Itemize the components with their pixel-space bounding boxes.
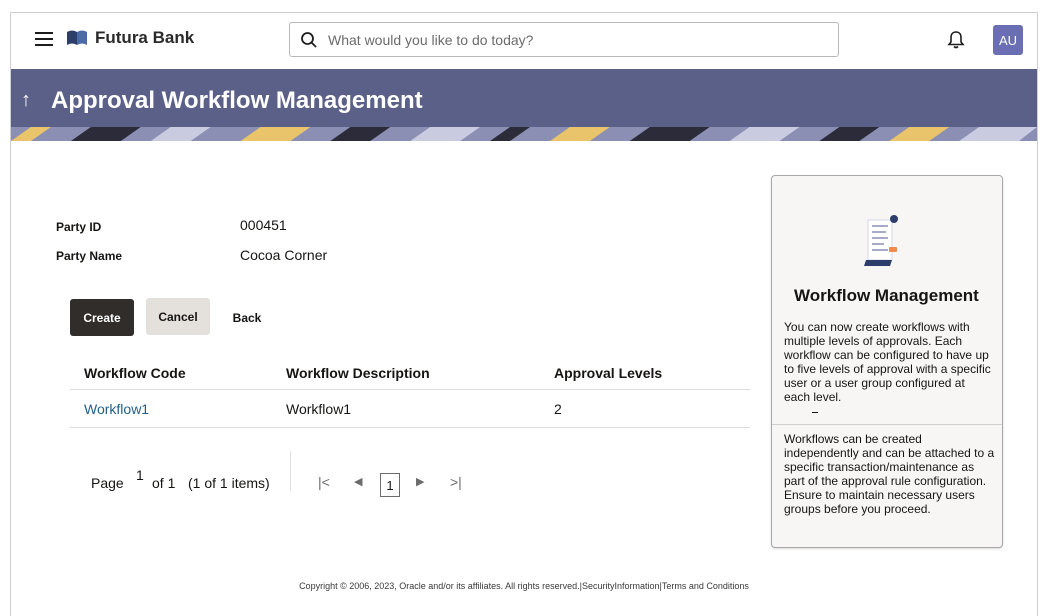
menu-icon[interactable] xyxy=(35,32,53,46)
search-bar[interactable] xyxy=(289,22,839,57)
page-banner: ↑ Approval Workflow Management xyxy=(11,69,1037,141)
workflow-description-cell: Workflow1 xyxy=(286,400,352,417)
footer-copyright: Copyright © 2006, 2023, Oracle and/or it… xyxy=(299,581,749,591)
column-header-workflow-description[interactable]: Workflow Description xyxy=(273,365,541,381)
table-row: Workflow1 Workflow1 2 xyxy=(70,390,750,428)
page-title: Approval Workflow Management xyxy=(51,87,423,114)
search-input[interactable] xyxy=(328,31,808,48)
previous-page-icon[interactable]: ◀ xyxy=(354,475,362,488)
approval-levels-cell: 2 xyxy=(554,400,562,417)
app-frame: Futura Bank AU ↑ Approval Workflow Manag… xyxy=(10,12,1038,616)
back-arrow-icon[interactable]: ↑ xyxy=(21,89,31,112)
party-name-label: Party Name xyxy=(56,249,123,263)
workflow-code-link[interactable]: Workflow1 xyxy=(70,401,273,417)
user-avatar[interactable]: AU xyxy=(993,25,1023,55)
party-name-value: Cocoa Corner xyxy=(240,247,328,263)
page-of-label: of 1 xyxy=(152,475,176,491)
banner-decoration xyxy=(11,127,1037,141)
cancel-button[interactable]: Cancel xyxy=(146,298,210,335)
info-panel-paragraph-2: Workflows can be created independently a… xyxy=(784,432,995,516)
first-page-icon[interactable]: |< xyxy=(318,474,330,490)
workflow-info-panel: Workflow Management You can now create w… xyxy=(771,175,1003,548)
brand-name: Futura Bank xyxy=(95,28,195,47)
party-id-value: 000451 xyxy=(240,217,287,233)
column-header-workflow-code[interactable]: Workflow Code xyxy=(70,365,273,381)
search-icon xyxy=(301,31,317,48)
table-header: Workflow Code Workflow Description Appro… xyxy=(70,356,750,390)
brand-logo[interactable]: Futura Bank xyxy=(66,28,194,48)
next-page-icon[interactable]: ▶ xyxy=(416,475,424,488)
party-id-label: Party ID xyxy=(56,220,102,234)
items-summary: (1 of 1 items) xyxy=(188,475,270,491)
current-page-button[interactable]: 1 xyxy=(380,473,400,497)
back-button[interactable]: Back xyxy=(223,299,271,336)
info-panel-title: Workflow Management xyxy=(794,286,979,305)
page-label: Page xyxy=(91,475,124,491)
top-bar: Futura Bank AU xyxy=(11,13,1037,69)
pagination: Page 1 of 1 (1 of 1 items) |< ◀ 1 ▶ >| xyxy=(70,445,750,497)
info-panel-dash xyxy=(812,412,818,413)
notification-bell-icon[interactable] xyxy=(947,30,965,50)
column-header-approval-levels[interactable]: Approval Levels xyxy=(541,365,750,381)
info-panel-divider xyxy=(772,424,1002,425)
page-number-input[interactable]: 1 xyxy=(136,467,144,483)
workflow-document-icon xyxy=(864,215,898,266)
pagination-divider xyxy=(290,451,291,491)
create-button[interactable]: Create xyxy=(70,299,134,336)
workflow-table: Workflow Code Workflow Description Appro… xyxy=(70,356,750,428)
info-panel-paragraph-1: You can now create workflows with multip… xyxy=(784,320,991,404)
bank-logo-icon xyxy=(67,30,87,45)
last-page-icon[interactable]: >| xyxy=(450,474,462,490)
